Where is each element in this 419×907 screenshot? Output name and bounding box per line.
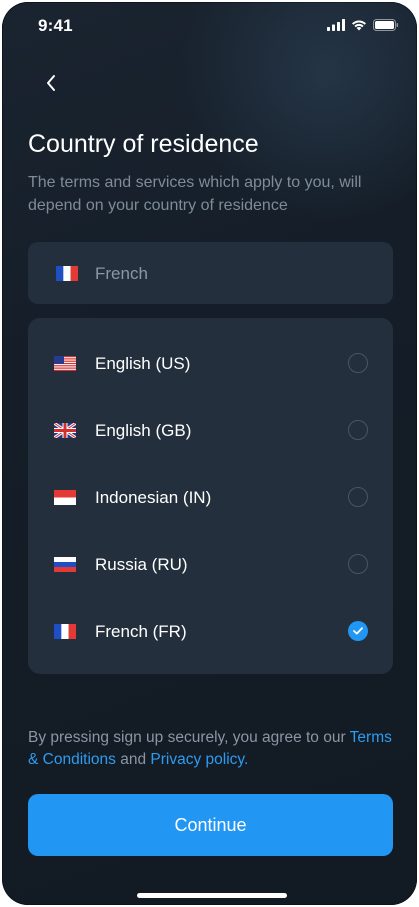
back-button[interactable]: [38, 70, 64, 96]
language-list: English (US) English (GB) Indonesian (IN…: [28, 318, 393, 674]
radio-button[interactable]: [348, 554, 368, 574]
chevron-left-icon: [47, 75, 55, 91]
list-item-french[interactable]: French (FR): [28, 603, 393, 663]
gb-flag-icon: [53, 421, 77, 440]
list-item-label: English (GB): [95, 421, 192, 440]
checkmark-icon: [353, 627, 363, 635]
list-item-label: English (US): [95, 354, 191, 373]
radio-button-selected[interactable]: [348, 621, 368, 641]
page-title: Country of residence: [28, 130, 259, 158]
status-bar: 9:41: [2, 2, 417, 52]
search-input[interactable]: French: [28, 242, 393, 304]
radio-button[interactable]: [348, 353, 368, 373]
page-subtitle: The terms and services which apply to yo…: [28, 174, 362, 214]
list-item-english-gb[interactable]: English (GB): [28, 402, 393, 462]
list-item-russia[interactable]: Russia (RU): [28, 536, 393, 596]
home-indicator: [137, 893, 287, 898]
status-icons: [327, 19, 399, 31]
id-flag-icon: [54, 490, 76, 505]
screen: 9:41 Country of residence The terms and …: [2, 2, 417, 905]
radio-button[interactable]: [348, 487, 368, 507]
fr-flag-icon: [56, 266, 78, 281]
search-value: French: [95, 264, 148, 283]
continue-button[interactable]: Continue: [28, 794, 393, 856]
signal-icon: [327, 19, 345, 31]
list-item-label: Indonesian (IN): [95, 488, 212, 507]
status-time: 9:41: [38, 16, 73, 35]
list-item-label: Russia (RU): [95, 555, 188, 574]
list-item-label: French (FR): [95, 622, 187, 641]
list-item-indonesian[interactable]: Indonesian (IN): [28, 469, 393, 529]
legal-prefix: By pressing sign up securely, you agree …: [28, 729, 346, 746]
battery-icon: [373, 19, 399, 31]
privacy-link[interactable]: Privacy policy.: [150, 751, 248, 768]
legal-text: By pressing sign up securely, you agree …: [28, 727, 398, 771]
list-item-english-us[interactable]: English (US): [28, 335, 393, 395]
radio-button[interactable]: [348, 420, 368, 440]
wifi-icon: [352, 20, 366, 31]
us-flag-icon: [54, 356, 76, 371]
legal-middle: and: [120, 751, 147, 768]
ru-flag-icon: [54, 557, 76, 572]
fr-flag-icon: [54, 624, 76, 639]
